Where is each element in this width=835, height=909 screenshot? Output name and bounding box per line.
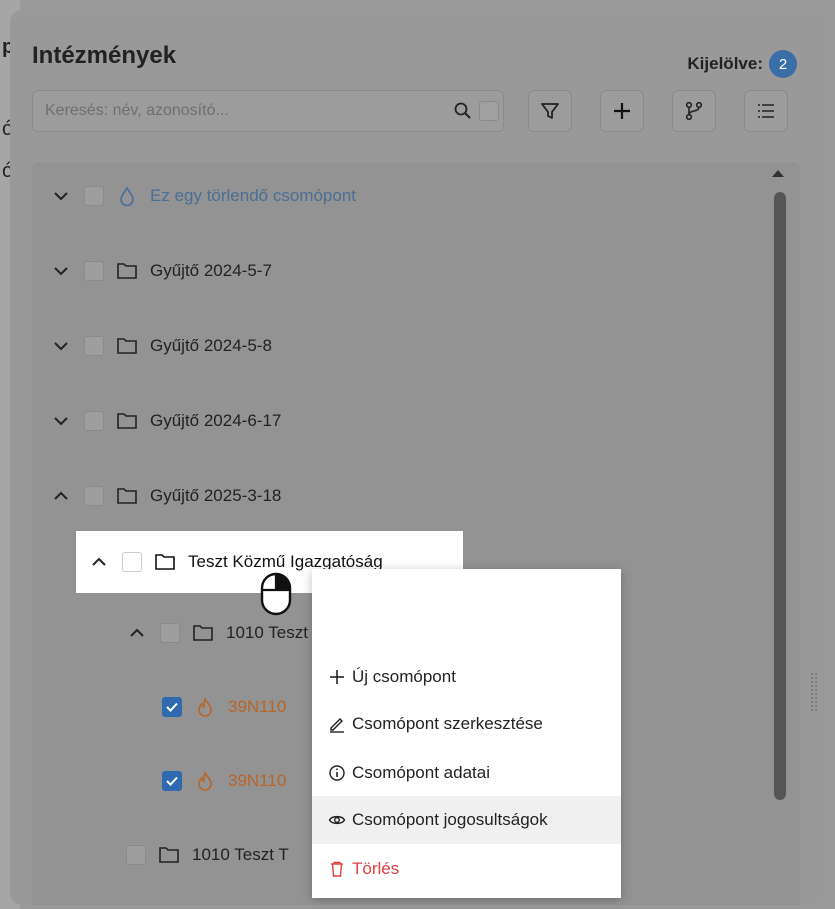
search-input[interactable] bbox=[33, 91, 413, 131]
menu-item-delete[interactable]: Törlés bbox=[312, 845, 621, 893]
panel-title: Intézmények bbox=[32, 42, 177, 69]
scroll-up-arrow[interactable] bbox=[772, 170, 784, 177]
chevron-up-icon[interactable] bbox=[128, 624, 146, 642]
tree-row[interactable]: Gyűjtő 2024-5-7 bbox=[52, 256, 272, 286]
menu-item-label: Csomópont jogosultságok bbox=[352, 810, 548, 829]
menu-item-edit-node[interactable]: Csomópont szerkesztése bbox=[312, 700, 621, 748]
branch-button[interactable] bbox=[672, 90, 716, 132]
add-button[interactable] bbox=[600, 90, 644, 132]
row-label: Gyűjtő 2025-3-18 bbox=[150, 486, 282, 505]
menu-item-label: Csomópont szerkesztése bbox=[352, 714, 543, 733]
search-option-checkbox[interactable] bbox=[479, 101, 499, 121]
selected-label: Kijelölve: bbox=[687, 54, 763, 73]
tree-row[interactable]: Gyűjtő 2024-5-8 bbox=[52, 331, 272, 361]
tree-row[interactable]: 1010 Teszt T bbox=[126, 840, 289, 870]
row-checkbox[interactable] bbox=[84, 261, 104, 281]
chevron-down-icon[interactable] bbox=[52, 412, 70, 430]
tree-row[interactable]: 39N110 bbox=[162, 766, 286, 796]
plus-icon bbox=[330, 670, 344, 684]
row-checkbox[interactable] bbox=[160, 623, 180, 643]
row-label: Gyűjtő 2024-5-7 bbox=[150, 261, 272, 280]
tree-row[interactable]: 39N110 bbox=[162, 692, 286, 722]
row-checkbox[interactable] bbox=[84, 486, 104, 506]
list-icon bbox=[758, 104, 774, 118]
check-icon bbox=[166, 776, 178, 786]
menu-item-new-node[interactable]: Új csomópont bbox=[312, 653, 621, 701]
row-checkbox[interactable] bbox=[84, 336, 104, 356]
row-checkbox-checked[interactable] bbox=[162, 697, 182, 717]
tree-row[interactable]: Gyűjtő 2024-6-17 bbox=[52, 406, 281, 436]
chevron-down-icon[interactable] bbox=[52, 187, 70, 205]
folder-icon bbox=[117, 413, 137, 429]
scrollbar-thumb[interactable] bbox=[774, 192, 786, 800]
folder-icon bbox=[193, 625, 213, 641]
folder-icon bbox=[117, 263, 137, 279]
search-icon[interactable] bbox=[453, 101, 473, 121]
branch-icon bbox=[685, 101, 703, 121]
chevron-down-icon[interactable] bbox=[52, 337, 70, 355]
row-label: Gyűjtő 2024-6-17 bbox=[150, 411, 282, 430]
folder-icon bbox=[117, 338, 137, 354]
menu-item-label: Csomópont adatai bbox=[352, 763, 490, 782]
row-checkbox[interactable] bbox=[126, 845, 146, 865]
menu-item-node-permissions[interactable]: Csomópont jogosultságok bbox=[312, 796, 621, 844]
context-menu: Új csomópont Csomópont szerkesztése Csom… bbox=[312, 569, 621, 898]
selected-count-badge: 2 bbox=[769, 50, 797, 78]
info-icon bbox=[329, 765, 345, 781]
tree-row[interactable]: Gyűjtő 2025-3-18 bbox=[52, 481, 281, 511]
folder-icon bbox=[159, 847, 179, 863]
folder-icon bbox=[117, 488, 137, 504]
row-checkbox[interactable] bbox=[122, 552, 142, 572]
flame-icon bbox=[198, 770, 212, 791]
menu-item-node-details[interactable]: Csomópont adatai bbox=[312, 749, 621, 797]
menu-item-label: Új csomópont bbox=[352, 667, 456, 686]
search-box bbox=[32, 90, 504, 132]
row-checkbox[interactable] bbox=[84, 411, 104, 431]
mouse-right-click-icon bbox=[260, 572, 292, 616]
chevron-down-icon[interactable] bbox=[52, 262, 70, 280]
row-label: 39N110 bbox=[228, 697, 287, 716]
eye-icon bbox=[328, 815, 346, 825]
tree-row[interactable]: Ez egy törlendő csomópont bbox=[52, 181, 356, 211]
flame-icon bbox=[198, 696, 212, 717]
row-label: Ez egy törlendő csomópont bbox=[150, 186, 357, 205]
resize-grip[interactable] bbox=[810, 672, 818, 712]
filter-icon bbox=[541, 103, 559, 119]
row-label: 39N110 bbox=[228, 771, 287, 790]
selected-indicator: Kijelölve: 2 bbox=[687, 50, 797, 78]
check-icon bbox=[166, 702, 178, 712]
chevron-up-icon[interactable] bbox=[52, 487, 70, 505]
filter-button[interactable] bbox=[528, 90, 572, 132]
row-checkbox-checked[interactable] bbox=[162, 771, 182, 791]
plus-icon bbox=[614, 103, 630, 119]
row-checkbox[interactable] bbox=[84, 186, 104, 206]
pencil-icon bbox=[330, 718, 344, 733]
row-label: Gyűjtő 2024-5-8 bbox=[150, 336, 272, 355]
menu-item-label: Törlés bbox=[352, 859, 400, 878]
drop-icon bbox=[120, 186, 134, 207]
row-label: 1010 Teszt T bbox=[192, 845, 289, 864]
trash-icon bbox=[331, 861, 343, 877]
chevron-up-icon[interactable] bbox=[90, 553, 108, 571]
folder-icon bbox=[155, 554, 175, 570]
list-view-button[interactable] bbox=[744, 90, 788, 132]
